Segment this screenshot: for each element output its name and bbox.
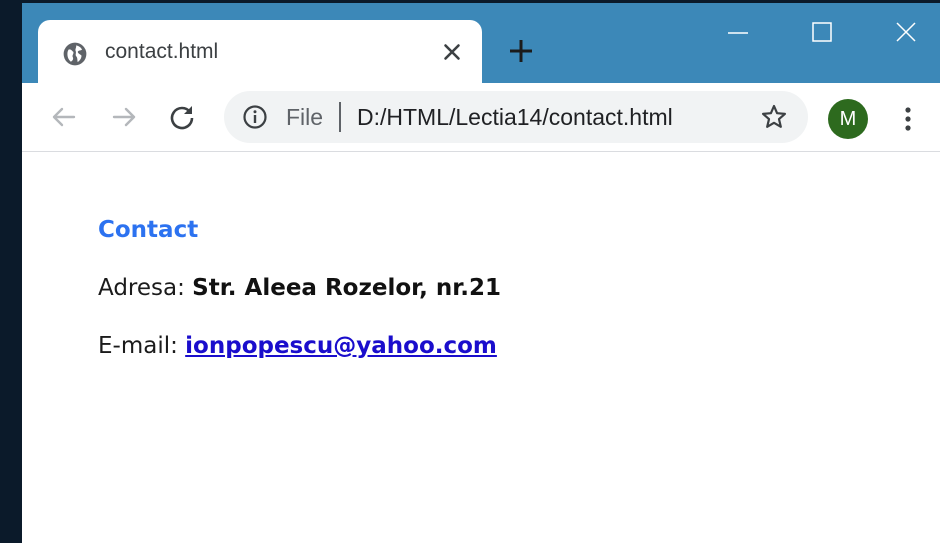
address-label: Adresa:	[98, 275, 193, 301]
email-line: E-mail: ionpopescu@yahoo.com	[98, 332, 497, 360]
address-value: Str. Aleea Rozelor, nr.21	[192, 275, 502, 301]
forward-button[interactable]	[108, 101, 140, 133]
address-line: Adresa: Str. Aleea Rozelor, nr.21	[98, 274, 501, 302]
close-icon[interactable]	[438, 38, 466, 66]
browser-window: contact.html File D:/HTML/Lectia14/conta…	[22, 3, 940, 543]
tab-strip: contact.html	[22, 3, 940, 83]
window-close-button[interactable]	[886, 17, 926, 47]
tab-contact[interactable]: contact.html	[38, 20, 482, 83]
maximize-button[interactable]	[802, 17, 842, 47]
bookmark-star-icon[interactable]	[760, 103, 788, 131]
reload-button[interactable]	[166, 101, 198, 133]
email-link[interactable]: ionpopescu@yahoo.com	[185, 333, 497, 359]
page-viewport: Contact Adresa: Str. Aleea Rozelor, nr.2…	[22, 152, 940, 543]
scheme-label: File	[286, 104, 324, 130]
info-icon[interactable]	[242, 104, 268, 130]
page-heading: Contact	[98, 217, 199, 243]
minimize-button[interactable]	[718, 17, 758, 47]
profile-avatar[interactable]: M	[828, 99, 868, 139]
address-bar[interactable]: File D:/HTML/Lectia14/contact.html	[224, 91, 808, 143]
url-text[interactable]: D:/HTML/Lectia14/contact.html	[357, 103, 673, 131]
new-tab-button[interactable]	[506, 36, 536, 66]
tab-title: contact.html	[105, 40, 219, 63]
address-separator	[339, 102, 341, 132]
email-label: E-mail:	[98, 333, 186, 359]
more-menu-icon[interactable]	[894, 103, 922, 135]
browser-toolbar: File D:/HTML/Lectia14/contact.html M	[22, 83, 940, 151]
back-button[interactable]	[48, 101, 80, 133]
globe-icon	[63, 42, 87, 66]
